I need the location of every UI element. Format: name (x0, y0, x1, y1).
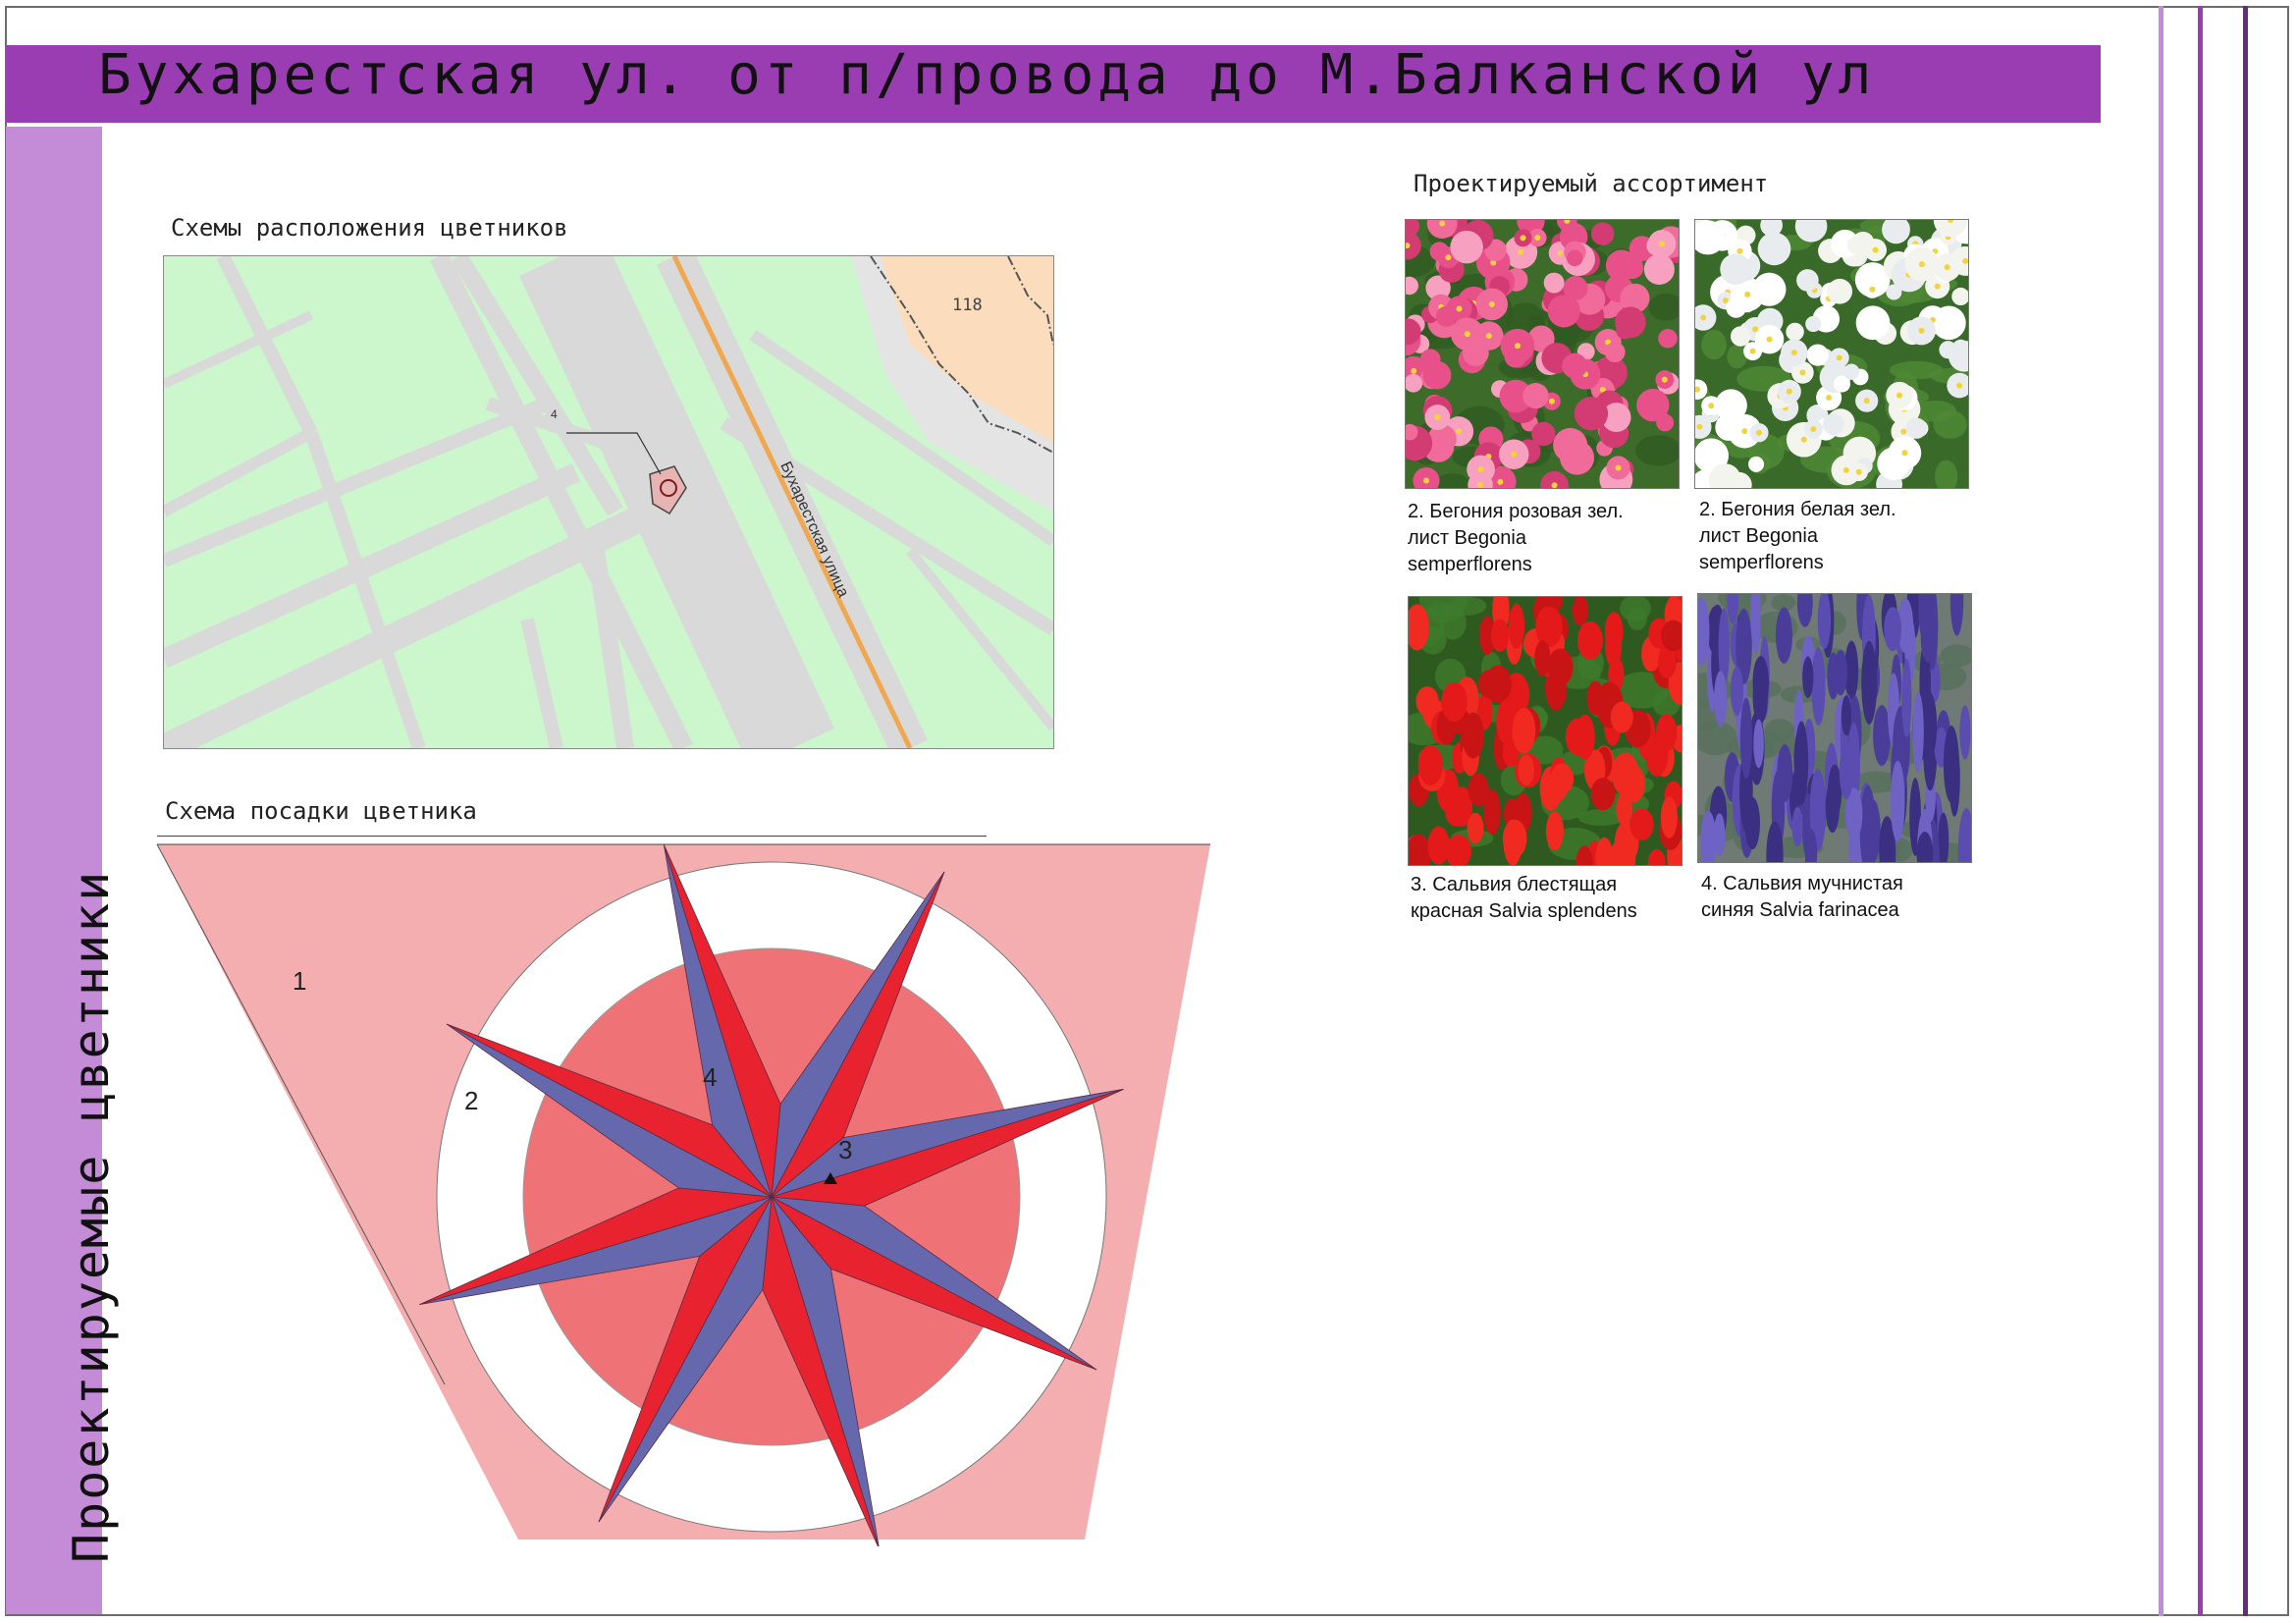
location-scheme-label: Схемы расположения цветников (171, 214, 568, 242)
assortment-label: Проектируемый ассортимент (1414, 170, 1769, 197)
building-number: 118 (952, 296, 983, 315)
photo-salvia-blue (1697, 593, 1972, 863)
planting-scheme: 1 2 3 4 (156, 843, 1210, 1546)
sidebar-label: Проектируемые цветники (63, 869, 120, 1563)
zone-label-2: 2 (464, 1086, 478, 1115)
caption-begonia-white: 2. Бегония белая зел. лист Begonia sempe… (1699, 499, 1896, 573)
caption-begonia-pink: 2. Бегония розовая зел. лист Begonia sem… (1408, 501, 1624, 575)
page-title: Бухарестская ул. от п/провода до М.Балка… (98, 43, 1876, 107)
photo-begonia-white (1694, 219, 1969, 489)
marker-number: 4 (551, 407, 558, 421)
salvia-blue-image (1698, 594, 1971, 862)
decor-line-dark (2243, 6, 2248, 1616)
zone-label-1: 1 (293, 966, 306, 996)
decor-line-light (2159, 6, 2163, 1616)
zone-label-4: 4 (703, 1062, 717, 1092)
location-map: 4 118 Бухарестская улица (163, 255, 1054, 749)
map-svg: 4 118 Бухарестская улица (164, 256, 1053, 748)
caption-salvia-red: 3. Сальвия блестящая красная Salvia sple… (1411, 874, 1637, 922)
salvia-red-image (1409, 597, 1682, 865)
begonia-white-image (1695, 220, 1968, 488)
zone-label-3: 3 (838, 1135, 852, 1164)
decor-line-mid (2198, 6, 2203, 1616)
caption-salvia-blue: 4. Сальвия мучнистая синяя Salvia farina… (1701, 873, 1903, 921)
photo-begonia-pink (1405, 219, 1680, 489)
begonia-pink-image (1406, 220, 1679, 488)
planting-scheme-label: Схема посадки цветника (165, 797, 477, 825)
photo-salvia-red (1408, 596, 1682, 866)
